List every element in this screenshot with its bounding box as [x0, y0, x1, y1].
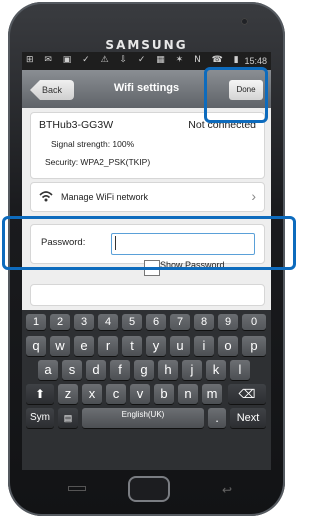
shift-key[interactable]: ⬆ — [26, 384, 54, 404]
key-t[interactable]: t — [122, 336, 142, 356]
key-5[interactable]: 5 — [122, 314, 142, 330]
password-highlight — [2, 216, 296, 270]
status-icons: ⊞ ✉ ▣ ✓ ⚠ ⇩ ✓ ▦ ✶ N ☎ ▮ — [26, 55, 243, 65]
back-arrow-icon[interactable]: ↩ — [222, 483, 232, 497]
key-3[interactable]: 3 — [74, 314, 94, 330]
key-s[interactable]: s — [62, 360, 82, 380]
key-d[interactable]: d — [86, 360, 106, 380]
key-e[interactable]: e — [74, 336, 94, 356]
manage-wifi-label: Manage WiFi network — [61, 192, 149, 202]
key-a[interactable]: a — [38, 360, 58, 380]
menu-key[interactable] — [68, 486, 86, 491]
key-n[interactable]: n — [178, 384, 198, 404]
next-key[interactable]: Next — [230, 408, 266, 428]
key-9[interactable]: 9 — [218, 314, 238, 330]
settings-key[interactable]: ▤ — [58, 408, 78, 428]
manage-wifi-row[interactable]: Manage WiFi network › — [30, 182, 265, 212]
key-z[interactable]: z — [58, 384, 78, 404]
key-c[interactable]: c — [106, 384, 126, 404]
bottom-card — [30, 284, 265, 306]
key-x[interactable]: x — [82, 384, 102, 404]
key-2[interactable]: 2 — [50, 314, 70, 330]
key-w[interactable]: w — [50, 336, 70, 356]
key-r[interactable]: r — [98, 336, 118, 356]
keyboard-settings-icon: ▤ — [63, 413, 73, 423]
key-b[interactable]: b — [154, 384, 174, 404]
signal-strength: Signal strength: 100% — [51, 139, 135, 149]
delete-key[interactable]: ⌫ — [228, 384, 266, 404]
key-0[interactable]: 0 — [242, 314, 266, 330]
key-8[interactable]: 8 — [194, 314, 214, 330]
key-m[interactable]: m — [202, 384, 222, 404]
period-key[interactable]: . — [208, 408, 226, 428]
key-6[interactable]: 6 — [146, 314, 166, 330]
key-o[interactable]: o — [218, 336, 238, 356]
key-i[interactable]: i — [194, 336, 214, 356]
key-j[interactable]: j — [182, 360, 202, 380]
network-name: BTHub3-GG3W — [39, 119, 114, 131]
key-p[interactable]: p — [242, 336, 266, 356]
status-time: 15:48 — [244, 56, 267, 66]
key-k[interactable]: k — [206, 360, 226, 380]
key-1[interactable]: 1 — [26, 314, 46, 330]
key-l[interactable]: l — [230, 360, 250, 380]
key-h[interactable]: h — [158, 360, 178, 380]
chevron-right-icon: › — [251, 188, 256, 204]
key-g[interactable]: g — [134, 360, 154, 380]
space-key[interactable]: English(UK) — [82, 408, 204, 428]
home-button[interactable] — [128, 476, 170, 502]
security-type: Security: WPA2_PSK(TKIP) — [45, 157, 151, 167]
key-7[interactable]: 7 — [170, 314, 190, 330]
wifi-icon — [39, 191, 53, 202]
device-brand: SAMSUNG — [105, 38, 188, 52]
done-highlight — [204, 67, 268, 123]
soft-keyboard: 1 2 3 4 5 6 7 8 9 0 q w e r t y u i o p … — [22, 310, 271, 470]
sym-key[interactable]: Sym — [26, 408, 54, 428]
key-u[interactable]: u — [170, 336, 190, 356]
front-camera — [241, 18, 248, 25]
key-4[interactable]: 4 — [98, 314, 118, 330]
space-label: English(UK) — [121, 410, 165, 419]
key-f[interactable]: f — [110, 360, 130, 380]
key-y[interactable]: y — [146, 336, 166, 356]
key-q[interactable]: q — [26, 336, 46, 356]
key-v[interactable]: v — [130, 384, 150, 404]
